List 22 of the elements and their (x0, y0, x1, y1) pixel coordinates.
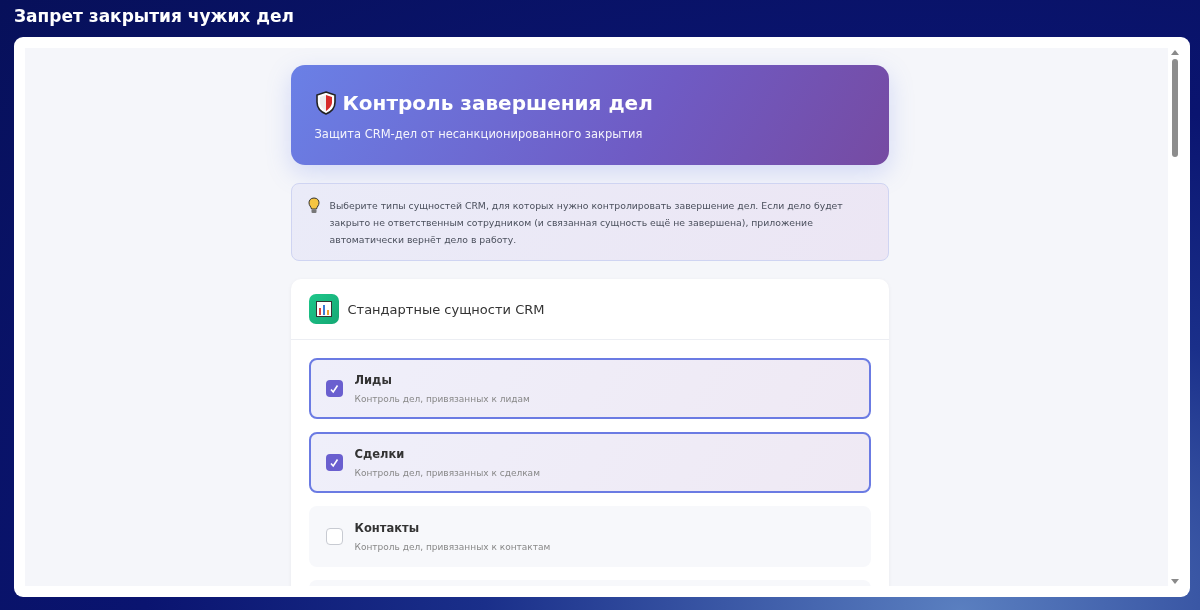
lightbulb-icon (307, 197, 320, 215)
info-text: Выберите типы сущностей CRM, для которых нужно контролировать завершение дел. Если дело будет закрыто не ответственным сотрудником (и связанная сущность ещё не завершена), приложение автоматически вернёт дело в работу. (329, 199, 844, 247)
option-card[interactable]: Контакты Контроль дел, привязанных к контактам (308, 506, 871, 567)
shield-icon (314, 91, 337, 115)
option-label: Лиды (354, 373, 393, 387)
checkmark-icon (329, 457, 339, 468)
option-label: Сделки (354, 447, 406, 461)
header-subtitle: Защита CRM-дел от несанкционированного закрытия (314, 127, 644, 141)
header-title: Контроль завершения дел (342, 91, 653, 115)
option-label: Контакты (354, 521, 421, 535)
option-description: Контроль дел, привязанных к лидам (354, 394, 530, 404)
option-description: Контроль дел, привязанных к контактам (354, 542, 551, 552)
section-title: Стандартные сущности CRM (347, 301, 545, 317)
option-card[interactable]: Сделки Контроль дел, привязанных к сделкам (308, 432, 871, 493)
chart-icon (308, 294, 339, 324)
checkbox[interactable] (325, 454, 343, 471)
window-title: Запрет закрытия чужих дел (13, 5, 295, 28)
option-description: Контроль дел, привязанных к сделкам (354, 468, 540, 478)
checkbox[interactable] (325, 380, 343, 397)
option-card[interactable]: Лиды Контроль дел, привязанных к лидам (308, 358, 871, 419)
checkbox[interactable] (325, 528, 343, 545)
checkmark-icon (329, 383, 339, 394)
